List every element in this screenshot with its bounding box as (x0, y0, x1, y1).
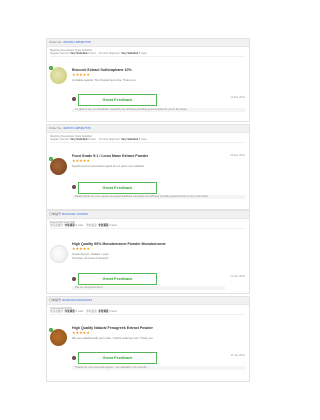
review-date: 13 Mar 2021 (230, 96, 245, 99)
divider (50, 314, 245, 315)
order-number-link[interactable]: 80401600-1075459 (62, 212, 88, 216)
order-number-link[interactable]: 362025-1385307578 (63, 40, 91, 44)
order-label: Order No. (49, 126, 63, 130)
review-comment: We very satisfied with your order. I wil… (72, 337, 153, 340)
seller-reply: I'm glad to see your feedback, Hopefully… (72, 108, 245, 112)
shipment-value: Very Satisfied (121, 138, 139, 142)
great-feedback-button[interactable]: Great Feedback (78, 182, 157, 194)
review-comment-line-2: Отлично. Отлично.Отлично!!! (72, 257, 109, 260)
order-header: 订单编号 900902031018012033 (47, 297, 249, 305)
verified-check-icon: ✓ (49, 66, 53, 70)
rating-meta: Matching Description:Quite Satisfied Sup… (47, 47, 249, 56)
divider (50, 142, 245, 143)
order-label: 订单编号 (49, 298, 62, 302)
review-date: 09 Mar 2021 (230, 154, 245, 157)
star-rating: ★★★★★ (72, 158, 90, 163)
shipment-value: Very Satisfied (121, 52, 139, 56)
avatar (72, 185, 76, 189)
review-date: 22 Nov 2020 (230, 275, 245, 278)
supplier-service-value: Very Satisfied (70, 52, 88, 56)
order-label: 订单编号 (49, 212, 62, 216)
avatar (72, 277, 76, 281)
review-comment: Очень быстро, бывает с руки (72, 253, 109, 256)
product-thumbnail[interactable] (50, 158, 67, 175)
seller-reply: Thanks for your trust and support, I am … (72, 366, 245, 370)
rating-meta: Expect Wonderful 5/5 供应商服务: 非常满意 5 stars… (47, 219, 249, 228)
great-feedback-button[interactable]: Great Feedback (78, 94, 157, 106)
divider (50, 56, 245, 57)
order-number-link[interactable]: 402507-1985307578 (63, 126, 91, 130)
supplier-service-value: 非常满意 (64, 224, 75, 228)
supplier-service-value: Very Satisfied (70, 138, 88, 142)
great-feedback-button[interactable]: Great Feedback (78, 352, 157, 364)
verified-check-icon: ✓ (49, 157, 53, 161)
review-comment: Superb lead communication good for me qu… (72, 165, 145, 168)
star-rating: ★★★★★ (72, 330, 90, 335)
shipment-value: 非常满意 (98, 310, 109, 314)
divider (50, 228, 245, 229)
star-rating: ★★★★★ (72, 72, 90, 77)
review-card: Order No. 402507-1985307578 Matching Des… (46, 124, 250, 210)
review-date: 25 Jan 2021 (230, 354, 245, 357)
seller-reply: Really thanks for your support and good … (72, 195, 245, 199)
review-card: 订单编号 80401600-1075459 Expect Wonderful 5… (46, 210, 250, 294)
order-header: Order No. 362025-1385307578 (47, 39, 249, 47)
order-header: 订单编号 80401600-1075459 (47, 211, 249, 219)
star-rating: ★★★★★ (72, 246, 90, 251)
rating-meta: Matching Description:Quite Satisfied Sup… (47, 133, 249, 142)
order-label: Order No. (49, 40, 63, 44)
supplier-service-value: 非常满意 (64, 310, 75, 314)
verified-check-icon: ✓ (49, 328, 53, 332)
avatar (72, 97, 76, 101)
review-card: 订单编号 900902031018012033 Total wonderful … (46, 296, 250, 382)
product-thumbnail[interactable] (50, 329, 67, 346)
product-thumbnail[interactable] (50, 67, 67, 84)
shipment-value: 非常满意 (98, 224, 109, 228)
avatar (72, 356, 76, 360)
order-header: Order No. 402507-1985307578 (47, 125, 249, 133)
review-comment: A reliable supplier. The finished items … (72, 79, 137, 82)
rating-meta: Total wonderful 5/5 供应商服务: 非常满意 5 stars … (47, 305, 249, 314)
order-number-link[interactable]: 900902031018012033 (62, 298, 92, 302)
great-feedback-button[interactable]: Great Feedback (78, 273, 157, 285)
review-card: Order No. 362025-1385307578 Matching Des… (46, 38, 250, 122)
product-thumbnail[interactable] (50, 245, 68, 263)
seller-reply: Pay for recognized item! (72, 286, 225, 290)
